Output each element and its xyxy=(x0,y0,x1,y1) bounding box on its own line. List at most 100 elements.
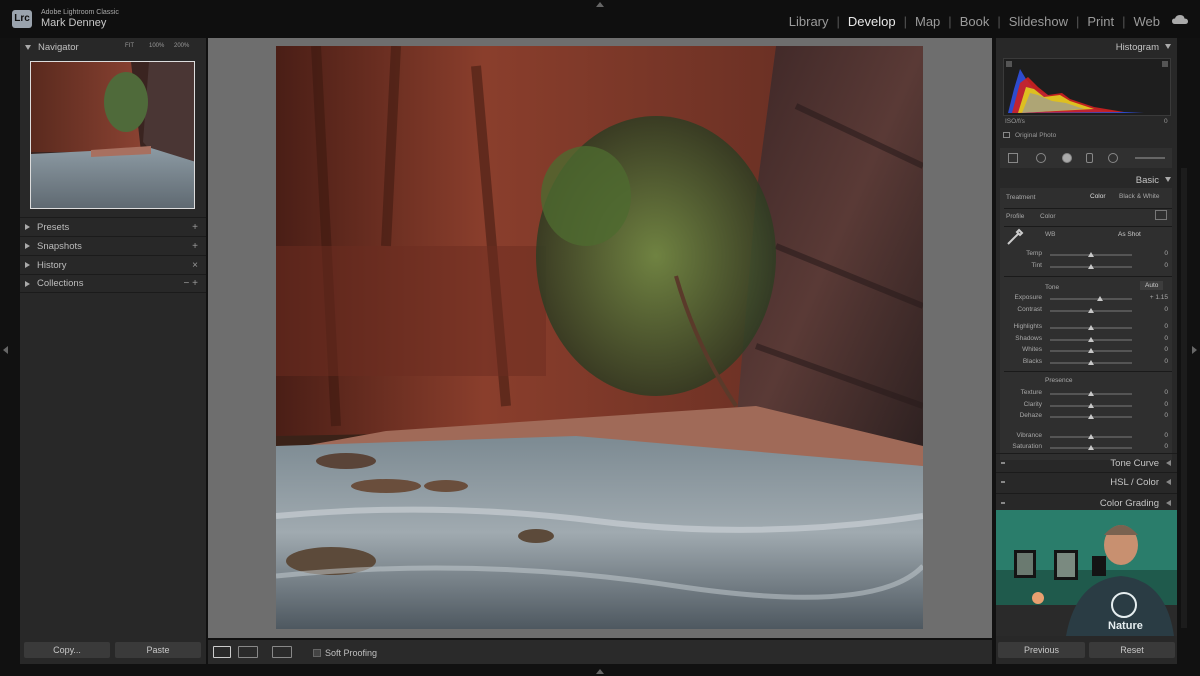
slider-value[interactable]: 0 xyxy=(1138,432,1168,439)
slider-label: Clarity xyxy=(1023,400,1042,408)
panel-switch-icon[interactable] xyxy=(1001,502,1005,504)
add-preset-button[interactable]: + xyxy=(192,222,198,233)
slider-thumb[interactable] xyxy=(1088,325,1094,330)
slider-value[interactable]: 0 xyxy=(1138,401,1168,408)
histogram[interactable] xyxy=(1003,58,1171,116)
auto-tone-button[interactable]: Auto xyxy=(1140,281,1164,290)
slider-thumb[interactable] xyxy=(1088,359,1094,365)
color-grading-panel-header[interactable]: Color Grading xyxy=(996,493,1177,511)
slider-value[interactable]: + 1.15 xyxy=(1138,294,1168,301)
crop-tool-icon[interactable] xyxy=(1008,153,1018,163)
collections-add-remove[interactable]: − + xyxy=(184,278,198,289)
module-print[interactable]: Print xyxy=(1087,14,1114,29)
tool-slider-icon[interactable] xyxy=(1135,157,1165,159)
nav-zoom-fit[interactable]: FIT xyxy=(125,43,134,49)
hsl-color-title: HSL / Color xyxy=(1110,477,1159,488)
basic-panel-title[interactable]: Basic xyxy=(1136,175,1159,186)
slider-value[interactable]: 0 xyxy=(1138,443,1168,450)
previous-button[interactable]: Previous xyxy=(998,642,1085,658)
navigator-preview-image xyxy=(31,62,194,208)
slider-value[interactable]: 0 xyxy=(1138,346,1168,353)
before-after-lr-icon[interactable] xyxy=(238,646,258,658)
wb-select[interactable]: As Shot xyxy=(1118,231,1141,238)
tone-curve-panel-header[interactable]: Tone Curve xyxy=(996,453,1177,471)
treatment-color-option[interactable]: Color xyxy=(1090,193,1106,200)
presets-panel-header[interactable]: Presets + xyxy=(20,217,206,236)
nav-zoom-100[interactable]: 100% xyxy=(149,43,164,49)
before-after-tb-icon[interactable] xyxy=(272,646,292,658)
collapse-right-panel-arrow[interactable] xyxy=(1192,346,1197,354)
module-library[interactable]: Library xyxy=(789,14,829,29)
slider-thumb[interactable] xyxy=(1088,433,1094,439)
slider-value[interactable]: 0 xyxy=(1138,262,1168,269)
slider-thumb[interactable] xyxy=(1088,252,1094,257)
clear-history-button[interactable]: × xyxy=(192,260,198,271)
collapse-top-panel-arrow[interactable] xyxy=(596,2,604,7)
snapshots-panel-header[interactable]: Snapshots + xyxy=(20,236,206,255)
collapse-filmstrip-arrow[interactable] xyxy=(596,669,604,674)
paste-button[interactable]: Paste xyxy=(115,642,201,658)
spot-removal-icon[interactable] xyxy=(1036,153,1046,163)
radial-filter-icon[interactable] xyxy=(1108,153,1118,163)
panel-switch-icon[interactable] xyxy=(1001,462,1005,464)
history-panel-header[interactable]: History × xyxy=(20,255,206,274)
slider-thumb[interactable] xyxy=(1088,336,1094,342)
slider-thumb[interactable] xyxy=(1097,296,1104,301)
collapse-left-panel-arrow[interactable] xyxy=(3,346,8,354)
main-photo[interactable] xyxy=(276,46,923,629)
slider-value[interactable]: 0 xyxy=(1138,358,1168,365)
slider-thumb[interactable] xyxy=(1088,414,1094,419)
panel-switch-icon[interactable] xyxy=(1001,481,1005,483)
module-book[interactable]: Book xyxy=(960,14,990,29)
slider-value[interactable]: 0 xyxy=(1138,250,1168,257)
loupe-view-icon[interactable] xyxy=(213,646,231,658)
module-web[interactable]: Web xyxy=(1134,14,1161,29)
left-panel-buttons: Copy... Paste xyxy=(20,642,206,664)
module-separator: | xyxy=(1075,14,1080,29)
tone-curve-title: Tone Curve xyxy=(1110,458,1159,469)
profile-browser-grid-icon[interactable] xyxy=(1155,210,1167,220)
image-canvas xyxy=(208,38,992,638)
slider-track[interactable] xyxy=(1050,298,1132,300)
slider-thumb[interactable] xyxy=(1088,307,1094,313)
histogram-title[interactable]: Histogram xyxy=(1116,42,1159,53)
slider-thumb[interactable] xyxy=(1088,445,1094,450)
cloud-sync-icon[interactable] xyxy=(1172,15,1188,24)
histogram-graph xyxy=(1006,61,1168,113)
hsl-panel-header[interactable]: HSL / Color xyxy=(996,472,1177,490)
slider-value[interactable]: 0 xyxy=(1138,306,1168,313)
slider-thumb[interactable] xyxy=(1088,348,1094,353)
slider-value[interactable]: 0 xyxy=(1138,323,1168,330)
original-photo-checkbox[interactable] xyxy=(1003,132,1010,138)
slider-label: Exposure xyxy=(1014,294,1042,301)
slider-thumb[interactable] xyxy=(1088,402,1094,408)
panel-divider xyxy=(1004,226,1172,227)
navigator-preview[interactable] xyxy=(30,61,195,209)
masking-icon[interactable] xyxy=(1086,153,1093,163)
profile-select[interactable]: Color xyxy=(1040,213,1056,220)
add-snapshot-button[interactable]: + xyxy=(192,241,198,252)
red-eye-icon[interactable] xyxy=(1062,153,1072,163)
slider-label: Vibrance xyxy=(1016,431,1042,439)
slider-value[interactable]: 0 xyxy=(1138,389,1168,396)
slider-label: Texture xyxy=(1020,389,1042,396)
nav-zoom-200[interactable]: 200% xyxy=(174,43,189,49)
slider-thumb[interactable] xyxy=(1088,263,1094,269)
slider-thumb[interactable] xyxy=(1088,391,1094,396)
slider-value[interactable]: 0 xyxy=(1138,335,1168,342)
module-slideshow[interactable]: Slideshow xyxy=(1009,14,1068,29)
collections-panel-header[interactable]: Collections − + xyxy=(20,274,206,293)
module-separator: | xyxy=(997,14,1001,29)
module-develop[interactable]: Develop xyxy=(848,14,896,29)
module-map[interactable]: Map xyxy=(915,14,940,29)
slider-label: Whites xyxy=(1022,346,1042,353)
eyedropper-icon[interactable] xyxy=(1006,228,1024,246)
svg-text:Nature: Nature xyxy=(1108,620,1143,632)
treatment-bw-option[interactable]: Black & White xyxy=(1119,193,1159,200)
tone-label: Tone xyxy=(1045,284,1060,291)
slider-value[interactable]: 0 xyxy=(1138,412,1168,419)
reset-button[interactable]: Reset xyxy=(1089,642,1175,658)
right-panel-scrollbar[interactable] xyxy=(1181,168,1187,628)
soft-proofing-checkbox[interactable] xyxy=(313,649,321,657)
copy-button[interactable]: Copy... xyxy=(24,642,110,658)
